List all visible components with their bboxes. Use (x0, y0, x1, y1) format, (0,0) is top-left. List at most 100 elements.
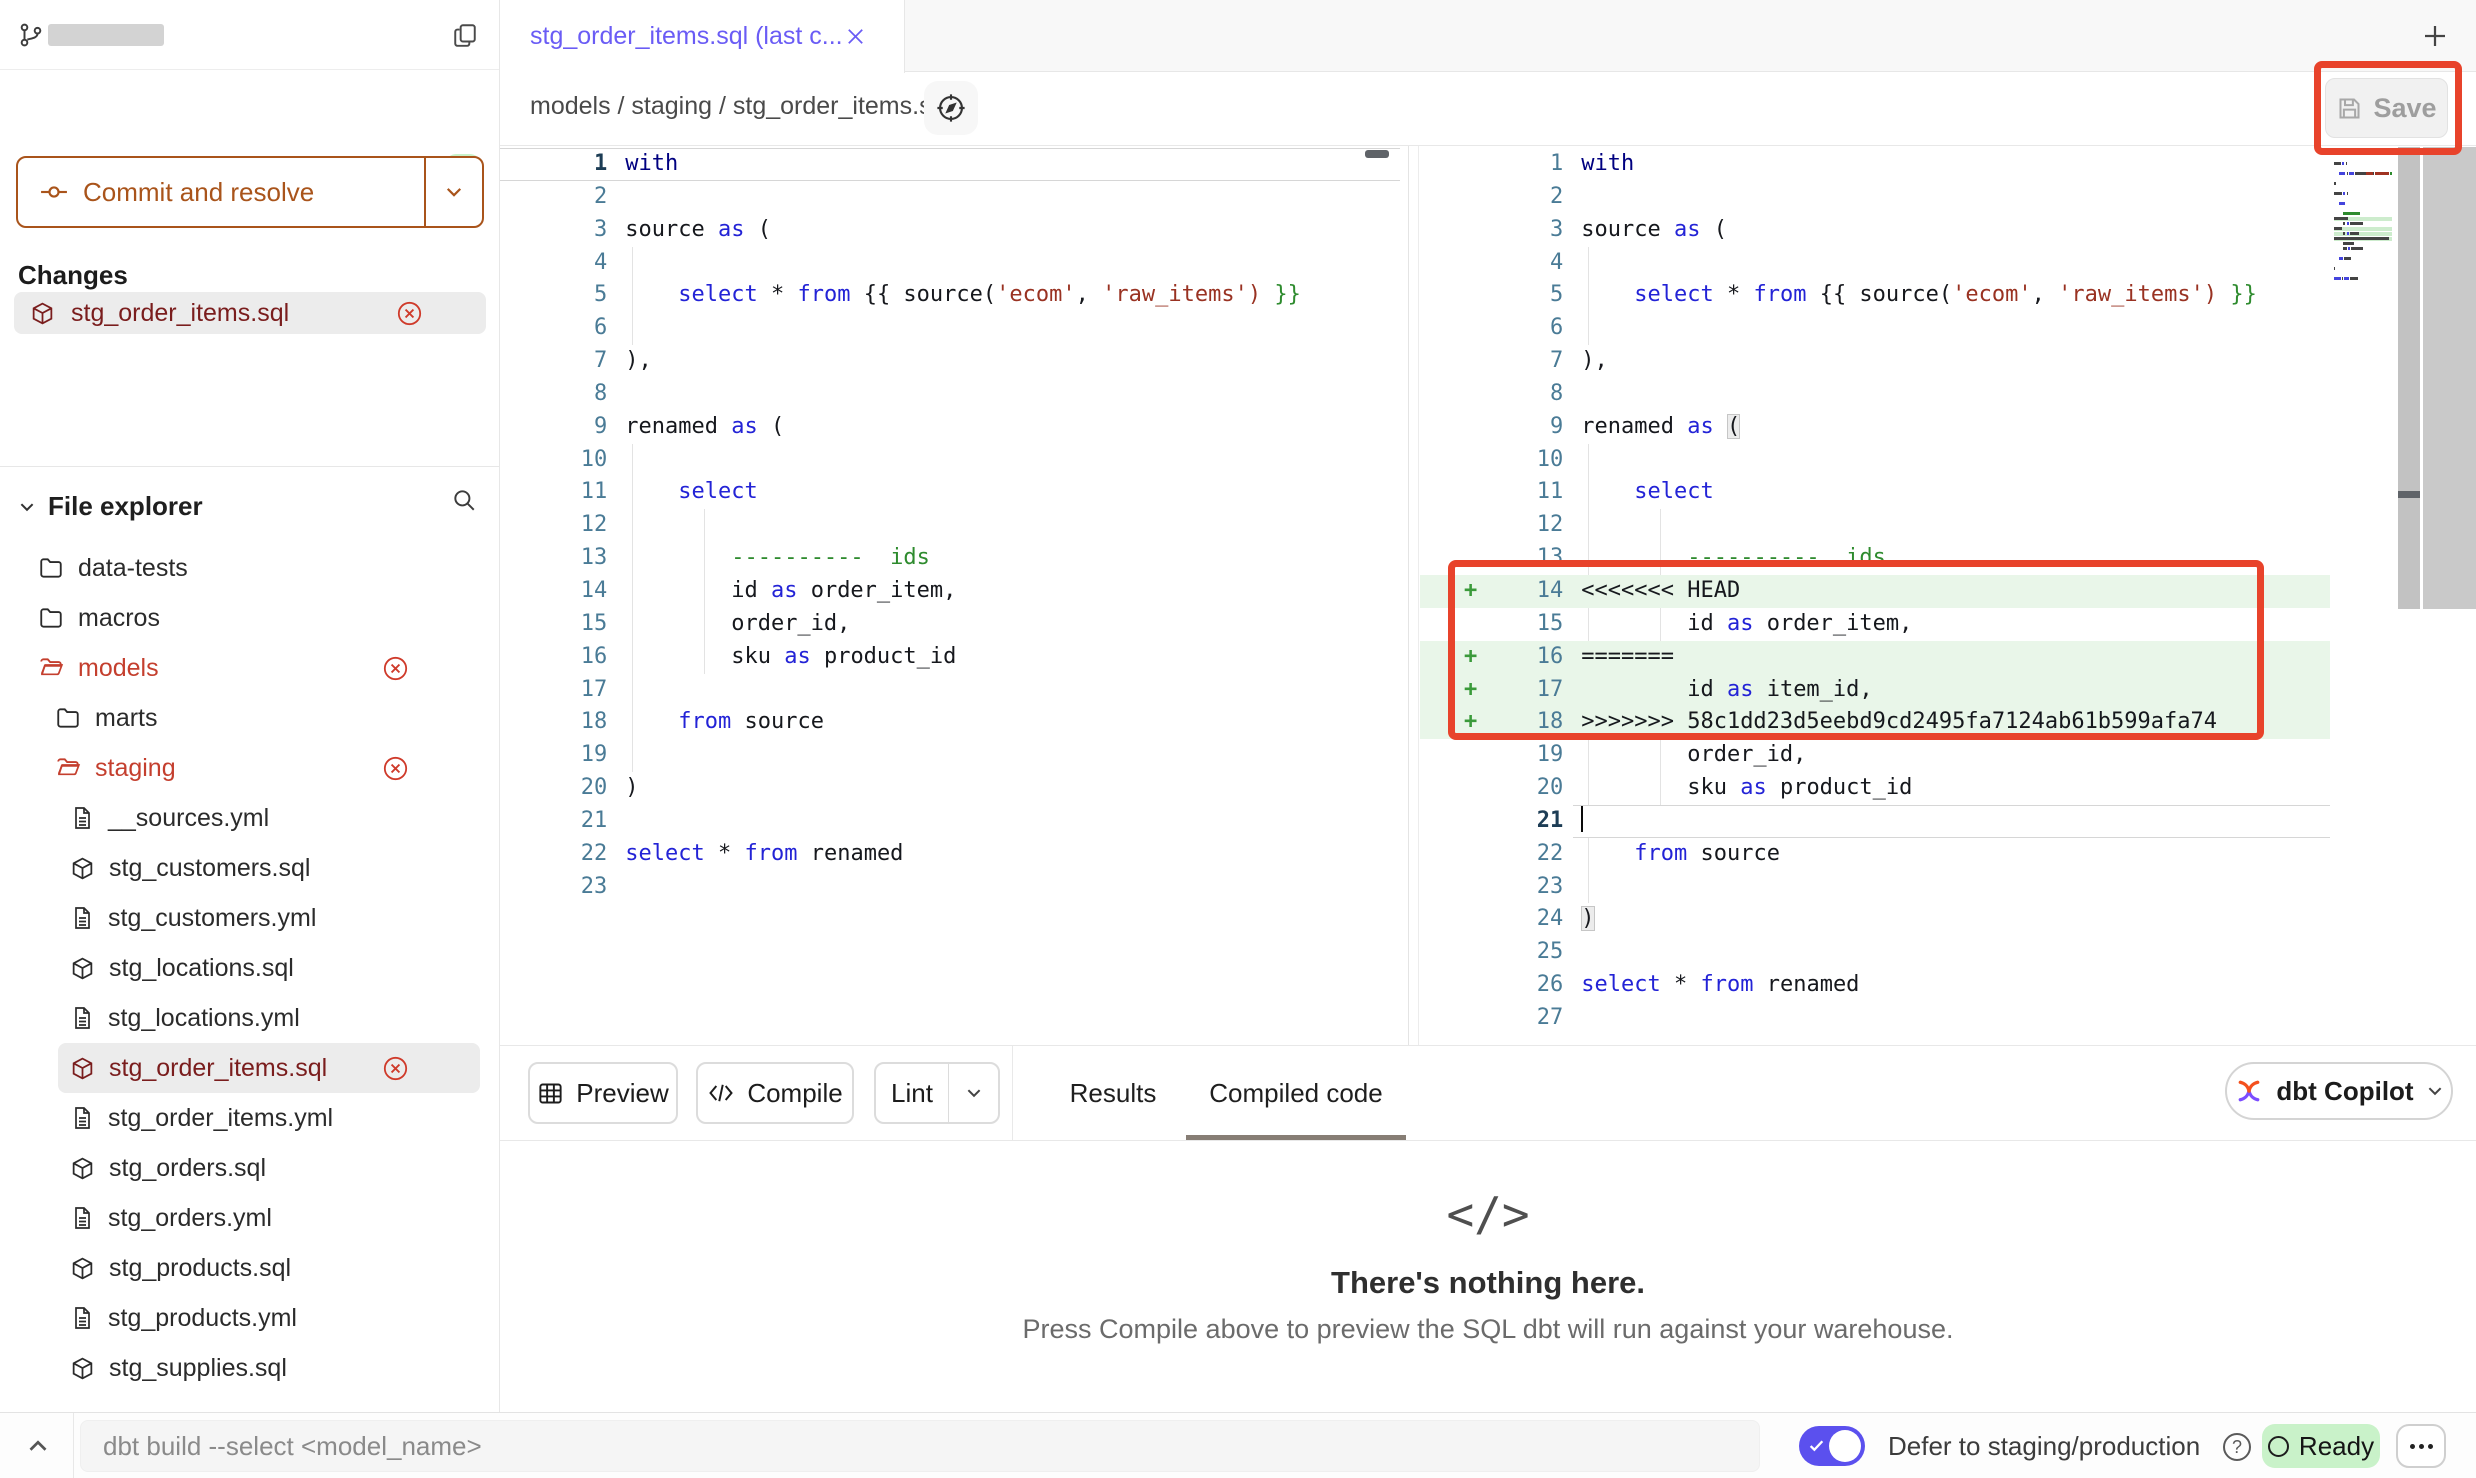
code-line-25[interactable]: 25 (1420, 936, 2330, 969)
code-line-22[interactable]: 22select * from renamed (500, 838, 1400, 871)
discard-change-icon[interactable] (382, 755, 409, 782)
code-line-17[interactable]: 17 (500, 674, 1400, 707)
code-line-12[interactable]: 12 (1420, 509, 2330, 542)
code-line-1[interactable]: 1with (1420, 148, 2330, 181)
code-line-15[interactable]: 15 id as order_item, (1420, 608, 2330, 641)
file-row-stg_products.yml[interactable]: stg_products.yml (0, 1293, 500, 1343)
code-line-11[interactable]: 11 select (1420, 476, 2330, 509)
code-line-19[interactable]: 19 (500, 739, 1400, 772)
code-line-23[interactable]: 23 (500, 871, 1400, 904)
code-line-19[interactable]: 19 order_id, (1420, 739, 2330, 772)
file-row-stg_order_items.yml[interactable]: stg_order_items.yml (0, 1093, 500, 1143)
pane-divider[interactable] (1408, 146, 1409, 1045)
changed-file-row[interactable]: stg_order_items.sql (14, 292, 486, 334)
file-row-stg_order_items.sql[interactable]: stg_order_items.sql (58, 1043, 480, 1093)
code-line-5[interactable]: 5 select * from {{ source('ecom', 'raw_i… (1420, 279, 2330, 312)
file-row-macros[interactable]: macros (0, 593, 500, 643)
discard-change-icon[interactable] (396, 300, 423, 327)
breadcrumb[interactable]: models / staging / stg_order_items.sql (530, 92, 951, 121)
defer-toggle[interactable] (1799, 1426, 1865, 1466)
new-tab-plus-icon[interactable] (2420, 21, 2450, 51)
code-line-7[interactable]: 7), (1420, 345, 2330, 378)
code-line-8[interactable]: 8 (500, 378, 1400, 411)
lint-dropdown-button[interactable] (948, 1064, 998, 1122)
code-line-27[interactable]: 27 (1420, 1002, 2330, 1035)
code-line-10[interactable]: 10 (500, 444, 1400, 477)
code-line-12[interactable]: 12 (500, 509, 1400, 542)
file-row-stg_orders.sql[interactable]: stg_orders.sql (0, 1143, 500, 1193)
discard-change-icon[interactable] (382, 1055, 409, 1082)
file-row-stg_customers.yml[interactable]: stg_customers.yml (0, 893, 500, 943)
preview-button[interactable]: Preview (528, 1062, 678, 1124)
commit-dropdown-button[interactable] (424, 158, 482, 226)
discard-change-icon[interactable] (382, 655, 409, 682)
code-line-6[interactable]: 6 (1420, 312, 2330, 345)
search-icon[interactable] (451, 487, 477, 513)
expand-command-bar-icon[interactable] (16, 1424, 60, 1468)
scrollbar[interactable] (2398, 147, 2420, 609)
code-line-24[interactable]: 24) (1420, 903, 2330, 936)
tab-results[interactable]: Results (1040, 1046, 1186, 1140)
code-line-13[interactable]: 13 ---------- ids (500, 542, 1400, 575)
code-line-2[interactable]: 2 (500, 181, 1400, 214)
left-pane-scroll-thumb[interactable] (1365, 150, 1389, 158)
code-line-17[interactable]: +17 id as item_id, (1420, 674, 2330, 707)
code-line-20[interactable]: 20) (500, 772, 1400, 805)
code-line-6[interactable]: 6 (500, 312, 1400, 345)
commit-and-resolve-button[interactable]: Commit and resolve (16, 156, 484, 228)
lineage-compass-button[interactable] (924, 81, 978, 135)
code-line-18[interactable]: 18 from source (500, 706, 1400, 739)
more-options-button[interactable] (2396, 1424, 2446, 1468)
code-line-4[interactable]: 4 (500, 247, 1400, 280)
code-line-21[interactable]: 21 (500, 805, 1400, 838)
file-row-stg_customers.sql[interactable]: stg_customers.sql (0, 843, 500, 893)
help-icon[interactable]: ? (2223, 1433, 2251, 1461)
code-line-10[interactable]: 10 (1420, 444, 2330, 477)
code-line-23[interactable]: 23 (1420, 871, 2330, 904)
code-line-14[interactable]: 14 id as order_item, (500, 575, 1400, 608)
copy-files-icon[interactable] (452, 22, 478, 48)
file-row-__sources.yml[interactable]: __sources.yml (0, 793, 500, 843)
code-line-5[interactable]: 5 select * from {{ source('ecom', 'raw_i… (500, 279, 1400, 312)
minimap[interactable] (2334, 152, 2394, 302)
code-line-9[interactable]: 9renamed as ( (1420, 411, 2330, 444)
code-line-15[interactable]: 15 order_id, (500, 608, 1400, 641)
code-line-26[interactable]: 26select * from renamed (1420, 969, 2330, 1002)
file-row-stg_supplies.sql[interactable]: stg_supplies.sql (0, 1343, 500, 1393)
file-row-stg_orders.yml[interactable]: stg_orders.yml (0, 1193, 500, 1243)
code-line-13[interactable]: 13 ---------- ids (1420, 542, 2330, 575)
dbt-copilot-button[interactable]: dbt Copilot (2225, 1062, 2453, 1120)
code-line-16[interactable]: 16 sku as product_id (500, 641, 1400, 674)
file-row-models[interactable]: models (0, 643, 500, 693)
code-line-16[interactable]: +16======= (1420, 641, 2330, 674)
file-row-stg_products.sql[interactable]: stg_products.sql (0, 1243, 500, 1293)
file-explorer-header[interactable]: File explorer (0, 479, 499, 535)
code-line-7[interactable]: 7), (500, 345, 1400, 378)
code-line-11[interactable]: 11 select (500, 476, 1400, 509)
save-button[interactable]: Save (2325, 78, 2448, 138)
file-row-stg_locations.yml[interactable]: stg_locations.yml (0, 993, 500, 1043)
code-line-14[interactable]: +14<<<<<<< HEAD (1420, 575, 2330, 608)
code-line-3[interactable]: 3source as ( (500, 214, 1400, 247)
overview-ruler[interactable] (2423, 147, 2476, 609)
code-line-4[interactable]: 4 (1420, 247, 2330, 280)
lint-button[interactable]: Lint (876, 1064, 948, 1122)
code-line-8[interactable]: 8 (1420, 378, 2330, 411)
tab-compiled-code[interactable]: Compiled code (1186, 1046, 1406, 1140)
code-line-1[interactable]: 1with (500, 148, 1400, 181)
code-line-20[interactable]: 20 sku as product_id (1420, 772, 2330, 805)
tab-stg-order-items[interactable]: stg_order_items.sql (last c... (500, 0, 905, 73)
code-line-3[interactable]: 3source as ( (1420, 214, 2330, 247)
file-row-data-tests[interactable]: data-tests (0, 543, 500, 593)
code-line-18[interactable]: +18>>>>>>> 58c1dd23d5eebd9cd2495fa7124ab… (1420, 706, 2330, 739)
file-row-marts[interactable]: marts (0, 693, 500, 743)
file-row-stg_locations.sql[interactable]: stg_locations.sql (0, 943, 500, 993)
compile-button[interactable]: Compile (696, 1062, 854, 1124)
close-tab-icon[interactable] (844, 25, 867, 48)
code-line-21[interactable]: 21 (1420, 805, 2330, 838)
command-input[interactable] (80, 1420, 1760, 1472)
file-row-staging[interactable]: staging (0, 743, 500, 793)
code-line-9[interactable]: 9renamed as ( (500, 411, 1400, 444)
code-line-22[interactable]: 22 from source (1420, 838, 2330, 871)
code-line-2[interactable]: 2 (1420, 181, 2330, 214)
